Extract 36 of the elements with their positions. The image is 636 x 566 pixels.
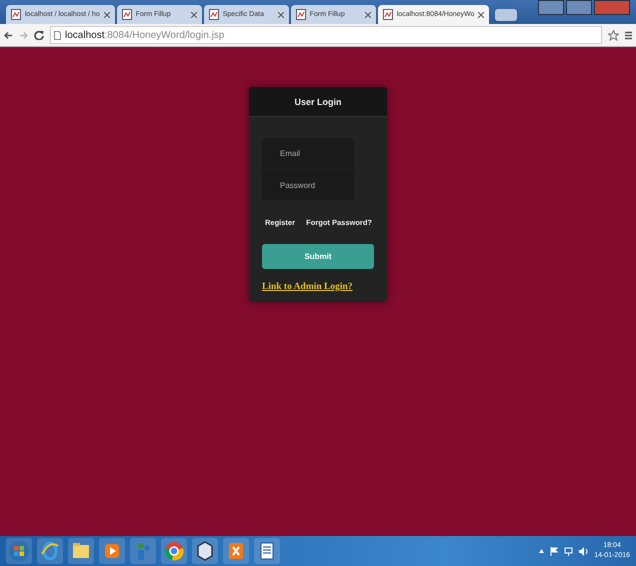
close-icon[interactable] bbox=[190, 12, 197, 18]
caret-icon[interactable] bbox=[539, 549, 544, 553]
page-icon bbox=[54, 30, 61, 40]
card-title: User Login bbox=[249, 87, 387, 117]
page-icon bbox=[11, 9, 21, 20]
taskbar-button[interactable] bbox=[99, 538, 125, 564]
maximize-button[interactable] bbox=[566, 0, 592, 15]
page-icon bbox=[296, 9, 306, 20]
taskbar-button[interactable] bbox=[192, 538, 218, 564]
taskbar-button[interactable] bbox=[254, 538, 280, 564]
chrome-icon bbox=[163, 540, 185, 562]
email-field[interactable]: Email bbox=[262, 138, 354, 169]
close-icon[interactable] bbox=[478, 12, 484, 18]
close-icon[interactable] bbox=[104, 12, 110, 18]
back-icon[interactable] bbox=[4, 30, 13, 40]
close-button[interactable] bbox=[594, 0, 630, 15]
page-icon bbox=[382, 9, 393, 20]
password-field[interactable]: Password bbox=[262, 169, 354, 200]
start-button[interactable] bbox=[6, 538, 32, 564]
page-icon bbox=[122, 9, 132, 20]
minimize-button[interactable] bbox=[538, 0, 564, 15]
windows-logo-icon bbox=[8, 540, 30, 562]
network-icon[interactable] bbox=[564, 546, 574, 556]
admin-login-link[interactable]: Link to Admin Login? bbox=[262, 282, 353, 292]
page-icon bbox=[208, 9, 219, 20]
reload-icon[interactable] bbox=[34, 30, 44, 40]
close-icon[interactable] bbox=[278, 12, 284, 18]
taskbar-button[interactable] bbox=[161, 538, 187, 564]
speaker-icon[interactable] bbox=[579, 546, 588, 556]
close-icon[interactable] bbox=[364, 12, 371, 18]
new-tab-button[interactable] bbox=[495, 9, 518, 21]
flag-icon[interactable] bbox=[550, 546, 558, 556]
address-field[interactable]: localhost:8084/HoneyWord/login.jsp bbox=[50, 26, 602, 44]
browser-icon bbox=[39, 540, 61, 562]
star-icon[interactable] bbox=[608, 30, 619, 40]
menu-icon[interactable] bbox=[625, 30, 632, 40]
